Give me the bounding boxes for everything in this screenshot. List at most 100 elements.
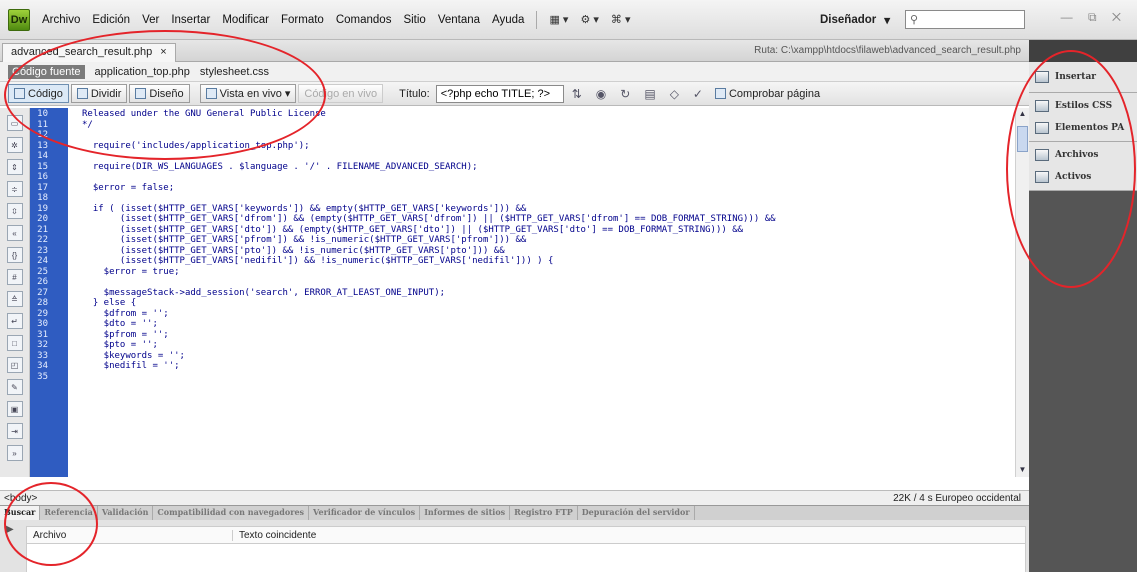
collapse-selection-icon[interactable]: ≑ (6, 181, 23, 197)
site-icon[interactable]: ⌘ ▾ (605, 13, 637, 26)
tab-compatibilidad[interactable]: Compatibilidad con navegadores (153, 506, 310, 520)
menu-ver[interactable]: Ver (136, 14, 165, 26)
tab-referencia[interactable]: Referencia (40, 506, 98, 520)
live-view-button[interactable]: Vista en vivo ▾ (199, 84, 297, 103)
menu-divider (536, 10, 538, 29)
visual-aids-icon[interactable]: ◇ (664, 87, 685, 101)
refresh-icon[interactable]: ↻ (614, 87, 636, 101)
word-wrap-icon[interactable]: ↵ (6, 313, 23, 329)
scroll-thumb[interactable] (1017, 126, 1028, 152)
tab-verificador[interactable]: Verificador de vínculos (309, 506, 421, 520)
column-archivo[interactable]: Archivo (27, 530, 66, 541)
document-toolbar: Código Dividir Diseño Vista en vivo ▾ Có… (0, 82, 1029, 106)
code-line: $pto = ''; (82, 340, 158, 350)
page-title-input[interactable] (435, 84, 564, 103)
panel-activos[interactable]: Activos (1029, 166, 1137, 188)
tab-buscar[interactable]: Buscar (0, 506, 41, 520)
menu-formato[interactable]: Formato (275, 14, 330, 26)
code-editor[interactable]: Released under the GNU General Public Li… (68, 108, 1015, 477)
extend-gear-icon[interactable]: ⚙ ▾ (574, 13, 604, 26)
code-line: $dfrom = ''; (82, 308, 169, 319)
file-management-icon[interactable]: ⇅ (566, 87, 588, 101)
column-texto[interactable]: Texto coincidente (232, 529, 316, 541)
live-code-label: Código en vivo (304, 87, 378, 100)
preview-browser-icon[interactable]: ◉ (590, 87, 612, 101)
indent-code-icon[interactable]: ⇥ (6, 423, 23, 439)
workspace-switcher[interactable]: Diseñador ▾ (814, 10, 896, 30)
expand-all-icon[interactable]: ⇳ (6, 203, 23, 219)
menu-ayuda[interactable]: Ayuda (486, 14, 530, 26)
menu-ventana[interactable]: Ventana (432, 14, 486, 26)
recent-snippets-icon[interactable]: ▣ (6, 401, 23, 417)
panel-ap-label: Elementos PA (1055, 123, 1125, 133)
scroll-down-icon[interactable]: ▼ (1017, 465, 1028, 476)
panel-group-insert: Insertar (1029, 62, 1137, 93)
highlight-invalid-icon[interactable]: ≙ (6, 291, 23, 307)
status-bar: <body> 22K / 4 s Europeo occidental (0, 490, 1029, 505)
code-label: Código (28, 87, 63, 100)
close-icon[interactable]: × (160, 46, 166, 60)
line-number: 10 (37, 109, 48, 119)
panel-group-files: Archivos Activos (1029, 142, 1137, 191)
open-documents-icon[interactable]: ▭ (6, 115, 23, 131)
live-code-button[interactable]: Código en vivo (298, 84, 384, 103)
panel-archivos[interactable]: Archivos (1029, 144, 1137, 166)
panel-insertar[interactable]: Insertar (1029, 66, 1137, 88)
select-parent-tag-icon[interactable]: « (6, 225, 23, 241)
window-controls[interactable]: — ⧉ ✕ (1061, 10, 1127, 25)
view-options-icon[interactable]: ▤ (638, 87, 661, 101)
results-header: Archivo Texto coincidente (26, 526, 1026, 544)
tab-registro-ftp[interactable]: Registro FTP (510, 506, 578, 520)
tab-validacion[interactable]: Validación (98, 506, 154, 520)
line-number: 32 (37, 340, 48, 350)
tag-selector[interactable]: <body> (4, 493, 37, 504)
menu-archivo[interactable]: Archivo (36, 14, 86, 26)
scroll-up-icon[interactable]: ▲ (1017, 109, 1028, 120)
more-tools-icon[interactable]: » (6, 445, 23, 461)
results-panel: Buscar Referencia Validación Compatibili… (0, 505, 1029, 572)
panel-elementos-pa[interactable]: Elementos PA (1029, 117, 1137, 139)
balance-braces-icon[interactable]: {} (6, 247, 23, 263)
tab-informes[interactable]: Informes de sitios (420, 506, 511, 520)
check-page-icon (714, 88, 726, 99)
related-source-code[interactable]: Código fuente (8, 64, 85, 79)
panel-css-label: Estilos CSS (1055, 101, 1113, 111)
layout-icon[interactable]: ▦ ▾ (543, 13, 574, 26)
wrap-tag-icon[interactable]: ✎ (6, 379, 23, 395)
remove-comment-icon[interactable]: ◰ (6, 357, 23, 373)
chevron-down-icon: ▾ (884, 15, 891, 27)
line-number: 29 (37, 308, 48, 319)
menu-edicion[interactable]: Edición (86, 14, 136, 26)
menu-sitio[interactable]: Sitio (397, 14, 431, 26)
show-code-navigator-icon[interactable]: ✲ (6, 137, 23, 153)
menu-insertar[interactable]: Insertar (165, 14, 216, 26)
line-numbers-icon[interactable]: # (6, 269, 23, 285)
check-page-button[interactable]: Comprobar página (714, 88, 820, 100)
help-search-input[interactable]: ⚲ (905, 10, 1025, 29)
split-view-button[interactable]: Dividir (70, 84, 128, 103)
document-tab[interactable]: advanced_search_result.php × (2, 43, 176, 62)
play-icon[interactable]: ▶ (6, 524, 14, 535)
split-label: Dividir (90, 87, 122, 100)
tab-depuracion[interactable]: Depuración del servidor (578, 506, 695, 520)
menu-comandos[interactable]: Comandos (330, 14, 398, 26)
apply-comment-icon[interactable]: □ (6, 335, 23, 351)
related-application-top[interactable]: application_top.php (95, 66, 190, 78)
code-view-button[interactable]: Código (8, 84, 69, 103)
panel-estilos-css[interactable]: Estilos CSS (1029, 95, 1137, 117)
validate-icon[interactable]: ✓ (687, 87, 709, 101)
code-line: (isset($HTTP_GET_VARS['pto']) && !is_num… (82, 245, 505, 256)
vertical-scrollbar[interactable]: ▲ ▼ (1015, 108, 1029, 477)
menu-modificar[interactable]: Modificar (216, 14, 275, 26)
design-view-button[interactable]: Diseño (129, 84, 190, 103)
line-number: 21 (37, 224, 48, 235)
line-number: 30 (37, 319, 48, 329)
related-stylesheet[interactable]: stylesheet.css (200, 66, 269, 78)
code-line: (isset($HTTP_GET_VARS['dto']) && (empty(… (82, 224, 744, 235)
code-line: $keywords = ''; (82, 350, 185, 361)
design-icon (135, 88, 147, 99)
collapse-tag-icon[interactable]: ⇕ (6, 159, 23, 175)
